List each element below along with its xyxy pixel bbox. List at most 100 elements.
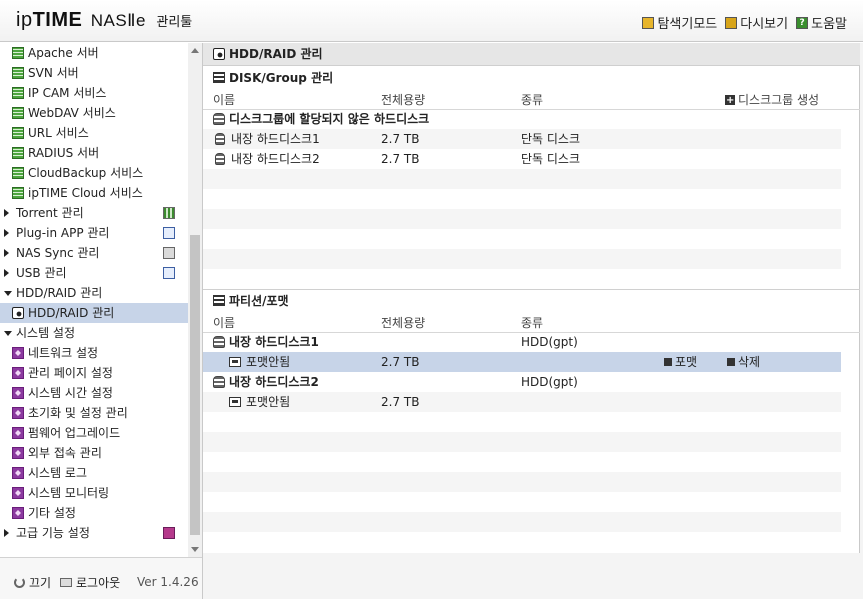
sidebar-item-label: 시스템 시간 설정 (28, 386, 113, 400)
sidebar-item-firmware[interactable]: 펌웨어 업그레이드 (0, 423, 188, 443)
empty-row (203, 412, 841, 432)
empty-row (203, 492, 841, 512)
chevron-down-icon (4, 291, 12, 296)
sidebar-item-hdd-raid[interactable]: HDD/RAID 관리 (0, 303, 188, 323)
scroll-up-icon[interactable] (191, 48, 199, 53)
nav-tree: Apache 서버 SVN 서버 IP CAM 서비스 WebDAV 서비스 U… (0, 43, 188, 557)
partition-section-title: 파티션/포맷 (203, 290, 860, 312)
chevron-right-icon (4, 269, 9, 277)
sidebar-item-advanced[interactable]: 고급 기능 설정 (0, 523, 188, 543)
sidebar-item-label: SVN 서버 (28, 66, 79, 80)
help-button[interactable]: ? 도움말 (796, 13, 847, 32)
delete-icon (727, 358, 735, 366)
sidebar-item-label: 기타 설정 (28, 506, 76, 520)
disk-name: 내장 하드디스크1 (231, 132, 320, 146)
table-row[interactable]: 내장 하드디스크1 2.7 TB 단독 디스크 (203, 129, 841, 149)
empty-row (203, 169, 841, 189)
sync-icon (163, 247, 175, 259)
sidebar-item-apache[interactable]: Apache 서버 (0, 43, 188, 63)
col-name: 이름 (213, 316, 236, 330)
disk-type: 단독 디스크 (521, 152, 581, 166)
settings-icon (12, 367, 24, 379)
sidebar-scrollbar[interactable] (188, 43, 202, 557)
empty-row (203, 432, 841, 452)
disk-group-icon (213, 72, 225, 83)
logo: ipTIME NASⅡe 관리툴 (16, 7, 192, 32)
empty-row (203, 269, 841, 289)
sidebar-item-iptime-cloud[interactable]: ipTIME Cloud 서비스 (0, 183, 188, 203)
sidebar-item-label: 관리 페이지 설정 (28, 366, 113, 380)
table-row[interactable]: 내장 하드디스크2 2.7 TB 단독 디스크 (203, 149, 841, 169)
app-header: ipTIME NASⅡe 관리툴 탐색기모드 다시보기 ? 도움말 (0, 0, 863, 42)
disk-group-title: DISK/Group 관리 (229, 71, 334, 85)
partition-title: 파티션/포맷 (229, 294, 289, 308)
settings-icon (12, 347, 24, 359)
sidebar-item-system-time[interactable]: 시스템 시간 설정 (0, 383, 188, 403)
disk-name: 내장 하드디스크2 (229, 375, 319, 389)
partition-icon (229, 357, 241, 367)
sidebar-item-admin-page[interactable]: 관리 페이지 설정 (0, 363, 188, 383)
sidebar-item-label: URL 서비스 (28, 126, 89, 140)
sidebar-item-label: 고급 기능 설정 (16, 526, 90, 540)
format-button[interactable]: 포맷 (664, 352, 697, 372)
partition-name: 포맷안됨 (246, 395, 291, 409)
settings-icon (12, 507, 24, 519)
sidebar-item-url[interactable]: URL 서비스 (0, 123, 188, 143)
sidebar: Apache 서버 SVN 서버 IP CAM 서비스 WebDAV 서비스 U… (0, 43, 203, 599)
scroll-thumb[interactable] (190, 235, 200, 535)
sidebar-footer: 끄기 로그아웃 Ver 1.4.26 (0, 557, 202, 599)
table-row[interactable]: 포맷안됨 2.7 TB 포맷 삭제 (203, 352, 841, 372)
table-row[interactable]: 내장 하드디스크2 HDD(gpt) (203, 372, 841, 392)
refresh-button[interactable]: 다시보기 (725, 13, 788, 32)
format-icon (664, 358, 672, 366)
table-row[interactable]: 디스크그룹에 할당되지 않은 하드디스크 (203, 109, 841, 129)
col-name: 이름 (213, 93, 236, 107)
col-type: 종류 (521, 93, 544, 107)
sidebar-item-radius[interactable]: RADIUS 서버 (0, 143, 188, 163)
sidebar-item-system-settings[interactable]: 시스템 설정 (0, 323, 188, 343)
disk-table-header: 이름 전체용량 종류 디스크그룹 생성 (203, 90, 860, 111)
sidebar-item-svn[interactable]: SVN 서버 (0, 63, 188, 83)
table-row[interactable]: 포맷안됨 2.7 TB (203, 392, 841, 412)
service-icon (12, 107, 24, 119)
sidebar-item-label: Plug-in APP 관리 (16, 226, 110, 240)
scroll-down-icon[interactable] (191, 547, 199, 552)
help-label: 도움말 (811, 17, 847, 32)
disk-type: 단독 디스크 (521, 132, 581, 146)
sidebar-item-label: 시스템 로그 (28, 466, 88, 480)
usb-icon (163, 267, 175, 279)
empty-row (203, 512, 841, 532)
power-icon (14, 577, 25, 588)
logo-admin: 관리툴 (156, 15, 193, 30)
sidebar-item-ipcam[interactable]: IP CAM 서비스 (0, 83, 188, 103)
sidebar-item-label: 초기화 및 설정 관리 (28, 406, 128, 420)
create-disk-group-label: 디스크그룹 생성 (738, 93, 820, 107)
sidebar-item-system-monitor[interactable]: 시스템 모니터링 (0, 483, 188, 503)
sidebar-item-label: 시스템 설정 (16, 326, 76, 340)
create-disk-group-button[interactable]: 디스크그룹 생성 (725, 90, 820, 111)
logout-button[interactable]: 로그아웃 (60, 574, 120, 591)
sidebar-item-plugin[interactable]: Plug-in APP 관리 (0, 223, 188, 243)
sidebar-item-reset[interactable]: 초기화 및 설정 관리 (0, 403, 188, 423)
partition-icon (213, 295, 225, 306)
help-icon: ? (796, 16, 809, 29)
sidebar-item-torrent[interactable]: Torrent 관리 (0, 203, 188, 223)
power-off-button[interactable]: 끄기 (14, 574, 51, 591)
explorer-mode-button[interactable]: 탐색기모드 (642, 13, 717, 32)
sidebar-item-network[interactable]: 네트워크 설정 (0, 343, 188, 363)
sidebar-item-label: CloudBackup 서비스 (28, 166, 144, 180)
sidebar-item-hdd-raid-group[interactable]: HDD/RAID 관리 (0, 283, 188, 303)
sidebar-item-misc[interactable]: 기타 설정 (0, 503, 188, 523)
sidebar-item-webdav[interactable]: WebDAV 서비스 (0, 103, 188, 123)
sidebar-item-nas-sync[interactable]: NAS Sync 관리 (0, 243, 188, 263)
sidebar-item-cloudbackup[interactable]: CloudBackup 서비스 (0, 163, 188, 183)
sidebar-item-remote-access[interactable]: 외부 접속 관리 (0, 443, 188, 463)
sidebar-item-label: USB 관리 (16, 266, 67, 280)
logo-nas: NASⅡe (90, 11, 146, 30)
delete-button[interactable]: 삭제 (727, 352, 760, 372)
disk-stack-icon (213, 336, 225, 348)
sidebar-item-system-log[interactable]: 시스템 로그 (0, 463, 188, 483)
table-row[interactable]: 내장 하드디스크1 HDD(gpt) (203, 332, 841, 352)
disk-group-section-title: DISK/Group 관리 (203, 67, 860, 89)
sidebar-item-usb[interactable]: USB 관리 (0, 263, 188, 283)
